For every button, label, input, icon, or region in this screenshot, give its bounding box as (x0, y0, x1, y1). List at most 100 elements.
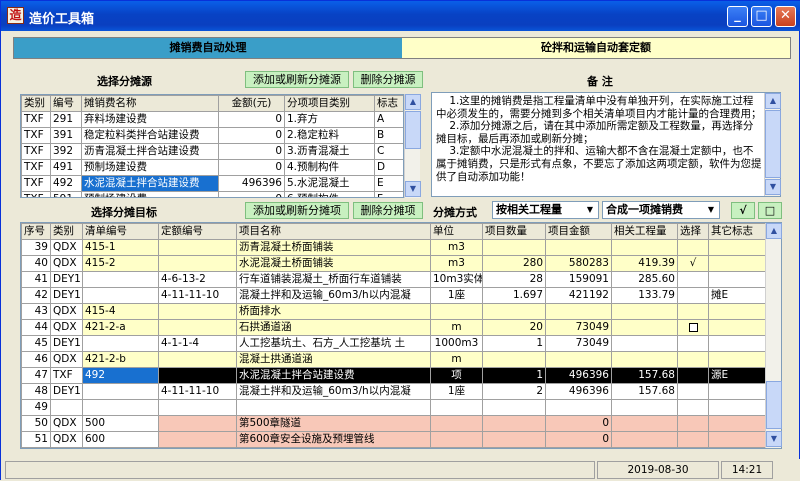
source-row[interactable]: TXF 391 稳定粒料类拌合站建设费 0 2.稳定粒料 B (21, 127, 403, 144)
target-cell[interactable] (677, 447, 709, 448)
checkbox-icon[interactable] (688, 322, 698, 332)
uncheck-all-button[interactable]: □ (758, 202, 782, 219)
target-header-cell[interactable]: 其它标志 (708, 223, 768, 240)
target-row[interactable]: 39 QDX 415-1 沥青混凝土桥面铺装 m3 (21, 239, 768, 256)
chevron-down-icon: ▼ (707, 205, 715, 214)
target-cell (430, 431, 483, 448)
target-cell: 1000m3 (430, 335, 483, 352)
target-row[interactable]: 48 DEY1 4-11-11-10 混凝土拌和及运输_60m3/h以内混凝 1座 2 49… (21, 383, 768, 400)
target-cell (611, 399, 678, 416)
target-row[interactable]: 44 QDX 421-2-a 石拱通道涵 m 20 73049 (21, 319, 768, 336)
scroll-down-icon[interactable]: ▼ (405, 181, 421, 197)
target-header-cell[interactable]: 序号 (21, 223, 51, 240)
target-cell[interactable] (677, 383, 709, 400)
target-cell: 49 (21, 399, 51, 416)
target-scrollbar[interactable]: ▲ ▼ (765, 223, 782, 448)
source-row[interactable]: TXF591预制场建设费06.预制构件F (21, 191, 403, 197)
target-cell (708, 271, 768, 288)
target-header-cell[interactable]: 项目数量 (482, 223, 546, 240)
target-cell[interactable]: √ (677, 255, 709, 272)
minimize-button[interactable]: _ (727, 6, 748, 27)
target-header-cell[interactable]: 定额编号 (158, 223, 237, 240)
target-cell[interactable] (677, 351, 709, 368)
target-cell[interactable] (677, 239, 709, 256)
target-cell[interactable] (677, 367, 709, 384)
target-row[interactable]: 52QDX700 第700章绿化及环境保护设施 0 (21, 447, 768, 448)
maximize-button[interactable]: □ (751, 6, 772, 27)
target-cell: m3 (430, 239, 483, 256)
close-button[interactable]: ✕ (775, 6, 796, 27)
target-row[interactable]: 49 (21, 399, 768, 416)
target-row[interactable]: 51 QDX 600 第600章安全设施及预埋管线 0 (21, 431, 768, 448)
add-target-button[interactable]: 添加或刷新分摊项 (245, 202, 349, 219)
source-row[interactable]: TXF 392 沥青混凝土拌合站建设费 0 3.沥青混凝土 C (21, 143, 403, 160)
scroll-thumb[interactable] (766, 381, 782, 429)
target-row[interactable]: 50 QDX 500 第500章隧道 0 (21, 415, 768, 432)
scroll-thumb[interactable] (405, 111, 421, 149)
target-header-cell[interactable]: 选择 (677, 223, 709, 240)
target-cell (430, 399, 483, 416)
target-header-cell[interactable]: 项目名称 (236, 223, 431, 240)
target-row[interactable]: 46 QDX 421-2-b 混凝土拱通道涵 m (21, 351, 768, 368)
scroll-up-icon[interactable]: ▲ (765, 93, 781, 109)
source-header-cell[interactable]: 分项项目类别 (284, 95, 375, 112)
target-cell: 40 (21, 255, 51, 272)
source-cell: 6.预制构件 (284, 191, 375, 197)
target-header-cell[interactable]: 相关工程量 (611, 223, 678, 240)
target-row[interactable]: 45 DEY1 4-1-1-4 人工挖基坑土、石方_人工挖基坑 土 1000m3 1 730… (21, 335, 768, 352)
notes-box[interactable]: 1.这里的摊销费是指工程量清单中没有单独开列，在实际施工过程中必须发生的，需要分… (431, 92, 781, 197)
scroll-down-icon[interactable]: ▼ (766, 431, 782, 447)
target-cell: 285.60 (611, 271, 678, 288)
title-bar[interactable]: 造 造价工具箱 _ □ ✕ (1, 1, 800, 31)
source-row[interactable]: TXF 491 预制场建设费 0 4.预制构件 D (21, 159, 403, 176)
target-cell[interactable] (677, 415, 709, 432)
target-header-cell[interactable]: 项目金额 (545, 223, 612, 240)
target-cell[interactable] (677, 303, 709, 320)
target-row[interactable]: 47 TXF 492 水泥混凝土拌合站建设费项 1 496396 157.68 源E (21, 367, 768, 384)
target-row[interactable]: 40 QDX 415-2 水泥混凝土桥面铺装 m3 280 580283 419.39 √ (21, 255, 768, 272)
scroll-down-icon[interactable]: ▼ (765, 179, 781, 195)
target-cell[interactable] (677, 271, 709, 288)
source-cell: 291 (50, 111, 82, 128)
source-header-cell[interactable]: 标志 (374, 95, 403, 112)
target-cell[interactable] (677, 431, 709, 448)
notes-scrollbar[interactable]: ▲ ▼ (764, 93, 781, 196)
method-select-1[interactable]: 按相关工程量 ▼ (492, 201, 599, 219)
check-all-button[interactable]: √ (731, 202, 755, 219)
source-row[interactable]: TXF 291 弃料场建设费 0 1.弃方 A (21, 111, 403, 128)
target-cell[interactable] (677, 399, 709, 416)
source-header-cell[interactable]: 类别 (21, 95, 51, 112)
add-source-button[interactable]: 添加或刷新分摊源 (245, 71, 349, 88)
target-cell: 157.68 (611, 383, 678, 400)
source-header-cell[interactable]: 摊销费名称 (81, 95, 219, 112)
target-header-cell[interactable]: 清单编号 (82, 223, 159, 240)
source-header-cell[interactable]: 编号 (50, 95, 82, 112)
method-select-2[interactable]: 合成一项摊销费 ▼ (602, 201, 720, 219)
target-cell: 2 (482, 383, 546, 400)
target-row[interactable]: 41 DEY1 4-6-13-2 行车道铺装混凝土_桥面行车道铺装 10m3实体 28 15… (21, 271, 768, 288)
source-cell: TXF (21, 111, 51, 128)
scroll-thumb[interactable] (765, 110, 781, 178)
target-header-cell[interactable]: 类别 (50, 223, 83, 240)
target-row[interactable]: 43 QDX 415-4 桥面排水 (21, 303, 768, 320)
target-cell: 桥面排水 (236, 303, 431, 320)
target-cell (82, 383, 159, 400)
source-row[interactable]: TXF 492 水泥混凝土拌合站建设费 496396 5.水泥混凝土 E (21, 175, 403, 192)
target-cell: 157.68 (611, 367, 678, 384)
source-scrollbar[interactable]: ▲ ▼ (404, 94, 421, 198)
target-cell (482, 399, 546, 416)
tab-amortization[interactable]: 摊销费自动处理 (14, 38, 402, 58)
select-checkbox[interactable] (677, 319, 709, 336)
target-cell[interactable] (677, 335, 709, 352)
target-cell[interactable] (677, 287, 709, 304)
target-cell (611, 415, 678, 432)
target-header-cell[interactable]: 单位 (430, 223, 483, 240)
source-cell: 5.水泥混凝土 (284, 175, 375, 192)
tab-concrete-quota[interactable]: 砼拌和运输自动套定额 (402, 38, 790, 58)
scroll-up-icon[interactable]: ▲ (766, 223, 782, 239)
delete-source-button[interactable]: 删除分摊源 (353, 71, 423, 88)
source-header-cell[interactable]: 金额(元) (218, 95, 285, 112)
target-row[interactable]: 42 DEY1 4-11-11-10 混凝土拌和及运输_60m3/h以内混凝 1座 1.6… (21, 287, 768, 304)
delete-target-button[interactable]: 删除分摊项 (353, 202, 423, 219)
scroll-up-icon[interactable]: ▲ (405, 94, 421, 110)
